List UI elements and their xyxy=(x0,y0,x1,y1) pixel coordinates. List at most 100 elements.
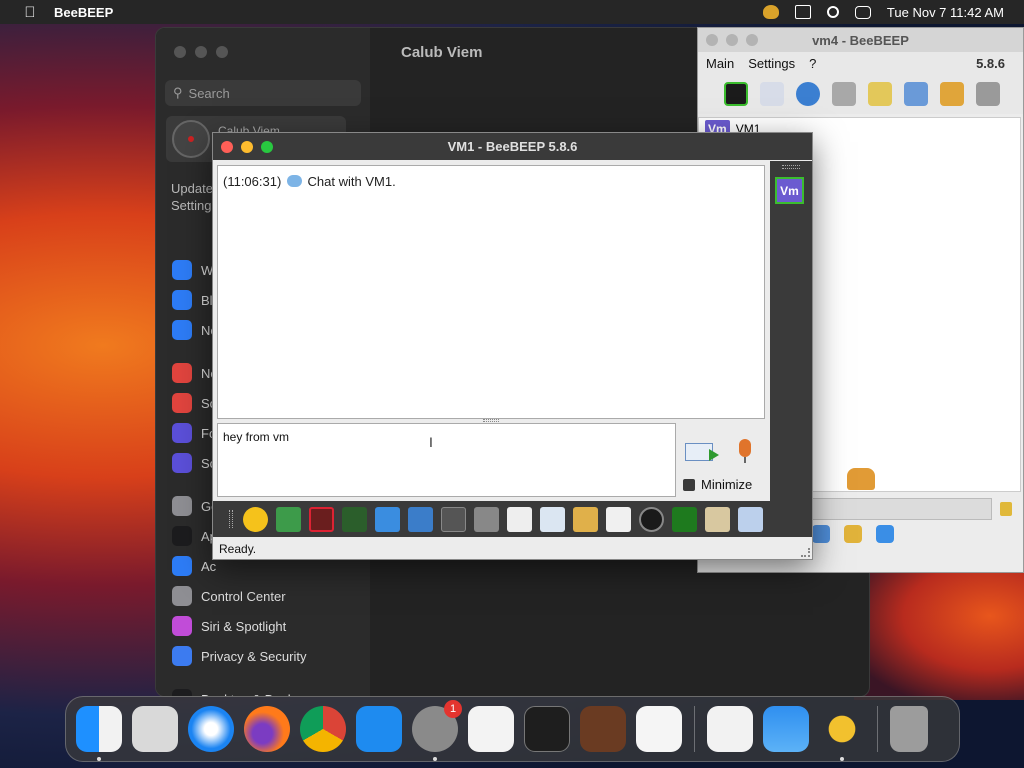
sidebar-item[interactable]: Control Center xyxy=(172,586,286,606)
screenshot-icon[interactable] xyxy=(639,506,664,532)
sidebar-item-label: Ac xyxy=(201,558,217,574)
house-icon[interactable] xyxy=(832,82,856,106)
app-menu-name[interactable]: BeeBEEP xyxy=(54,5,113,20)
visual-studio-icon[interactable] xyxy=(707,706,753,752)
minimize-checkbox[interactable] xyxy=(683,478,695,491)
settings-search-field[interactable]: ⚲ Search xyxy=(165,80,361,106)
clipboard-icon[interactable] xyxy=(507,506,532,532)
font-color-icon[interactable] xyxy=(342,506,367,532)
garageband-icon[interactable] xyxy=(580,706,626,752)
spotlight-search-icon[interactable] xyxy=(826,6,839,18)
group-icon[interactable] xyxy=(844,525,862,543)
my-profile-icon[interactable] xyxy=(724,82,748,106)
panel-grip[interactable] xyxy=(782,165,800,169)
close-button[interactable] xyxy=(221,140,233,153)
chat-toolbar xyxy=(213,501,812,537)
zoom-button[interactable] xyxy=(216,46,228,58)
chrome-icon[interactable] xyxy=(300,706,346,752)
network-icon[interactable] xyxy=(904,82,928,106)
textedit-icon[interactable] xyxy=(468,706,514,752)
sidebar-item[interactable]: Wi xyxy=(172,260,216,280)
vm4-title: vm4 - BeeBEEP xyxy=(812,32,909,48)
chat-history[interactable]: (11:06:31) Chat with VM1. xyxy=(217,165,765,419)
terminal-icon[interactable] xyxy=(524,706,570,752)
emoticons-icon[interactable] xyxy=(243,506,268,532)
running-indicator xyxy=(433,757,437,761)
filter-icon[interactable] xyxy=(375,506,400,532)
menu-settings[interactable]: Settings xyxy=(748,56,795,71)
chat-members-panel: Vm xyxy=(770,161,812,501)
menu-main[interactable]: Main xyxy=(706,56,734,71)
send-folder-icon[interactable] xyxy=(573,506,598,532)
write-message-icon[interactable] xyxy=(868,82,892,106)
trash-icon[interactable] xyxy=(976,82,1000,106)
folder-icon[interactable] xyxy=(940,82,964,106)
dock-separator xyxy=(694,706,695,752)
sidebar-item[interactable]: Siri & Spotlight xyxy=(172,616,286,636)
weather-icon[interactable] xyxy=(763,706,809,752)
sidebar-item[interactable]: Bl xyxy=(172,290,213,310)
sidebar-item[interactable]: Ap xyxy=(172,526,217,546)
resize-grip[interactable] xyxy=(801,548,810,557)
sidebar-item[interactable]: No xyxy=(172,363,218,383)
sidebar-item[interactable]: Sc xyxy=(172,453,216,473)
member-vm1-badge[interactable]: Vm xyxy=(775,177,804,204)
minimize-button[interactable] xyxy=(241,140,253,153)
beebeep-status-icon[interactable] xyxy=(762,5,779,19)
edit-icon[interactable] xyxy=(760,82,784,106)
voice-message-button[interactable] xyxy=(735,439,755,469)
send-button[interactable] xyxy=(685,439,719,465)
menu-help[interactable]: ? xyxy=(809,56,816,71)
system-settings-icon[interactable]: 1 xyxy=(412,700,462,761)
settings-traffic-lights xyxy=(174,46,228,58)
message-input[interactable]: hey from vm I xyxy=(217,423,676,497)
vscode-icon[interactable] xyxy=(636,706,682,752)
share-icon[interactable] xyxy=(876,525,894,543)
sidebar-item[interactable]: So xyxy=(172,393,217,413)
launchpad-icon[interactable] xyxy=(132,706,178,752)
sidebar-item-icon xyxy=(172,260,192,280)
spellcheck-icon[interactable] xyxy=(441,506,466,532)
system-message: Chat with VM1. xyxy=(307,174,396,189)
print-icon[interactable] xyxy=(738,506,763,532)
sidebar-item[interactable]: Ac xyxy=(172,556,216,576)
text-font-icon[interactable] xyxy=(309,506,334,532)
vm4-message-field[interactable] xyxy=(812,498,992,520)
version-label: 5.8.6 xyxy=(976,55,1005,71)
toolbar-grip[interactable] xyxy=(229,510,233,528)
splitter-handle[interactable] xyxy=(483,419,499,422)
sidebar-item[interactable]: Privacy & Security xyxy=(172,646,306,666)
broadcast-icon[interactable] xyxy=(796,82,820,106)
menubar-extras: Tue Nov 7 11:42 AM xyxy=(762,5,1004,20)
control-center-icon[interactable] xyxy=(854,5,871,19)
minimize-button[interactable] xyxy=(195,46,207,58)
html-code-icon[interactable] xyxy=(606,506,631,532)
notes-icon[interactable] xyxy=(705,506,730,532)
zoom-button[interactable] xyxy=(261,140,273,153)
dictionary-icon[interactable] xyxy=(474,506,499,532)
sidebar-item-label: Bl xyxy=(201,292,213,308)
safari-icon[interactable] xyxy=(188,706,234,752)
apple-menu-icon[interactable]:  xyxy=(20,4,40,21)
chat-icon[interactable] xyxy=(812,525,830,543)
app-store-icon[interactable] xyxy=(356,706,402,752)
trash-icon[interactable] xyxy=(890,706,928,752)
firefox-icon[interactable] xyxy=(244,706,290,752)
sidebar-item-icon xyxy=(172,290,192,310)
menubar-clock[interactable]: Tue Nov 7 11:42 AM xyxy=(887,5,1004,20)
beebeep-icon[interactable] xyxy=(819,706,865,761)
send-email-icon[interactable] xyxy=(276,506,301,532)
vm4-titlebar[interactable]: vm4 - BeeBEEP xyxy=(698,28,1023,52)
close-button[interactable] xyxy=(174,46,186,58)
clear-icon[interactable] xyxy=(1000,502,1012,516)
window-icon[interactable] xyxy=(794,5,811,19)
sidebar-item[interactable]: Fo xyxy=(172,423,216,443)
update-notice[interactable]: Update Settings xyxy=(171,180,218,214)
settings-gears-icon[interactable] xyxy=(408,506,433,532)
send-file-icon[interactable] xyxy=(540,506,565,532)
vm1-titlebar[interactable]: VM1 - BeeBEEP 5.8.6 xyxy=(213,133,812,160)
finder-icon[interactable] xyxy=(76,706,122,761)
minimize-option[interactable]: Minimize xyxy=(683,477,752,492)
save-chat-icon[interactable] xyxy=(672,506,697,532)
sidebar-item[interactable]: Ne xyxy=(172,320,218,340)
